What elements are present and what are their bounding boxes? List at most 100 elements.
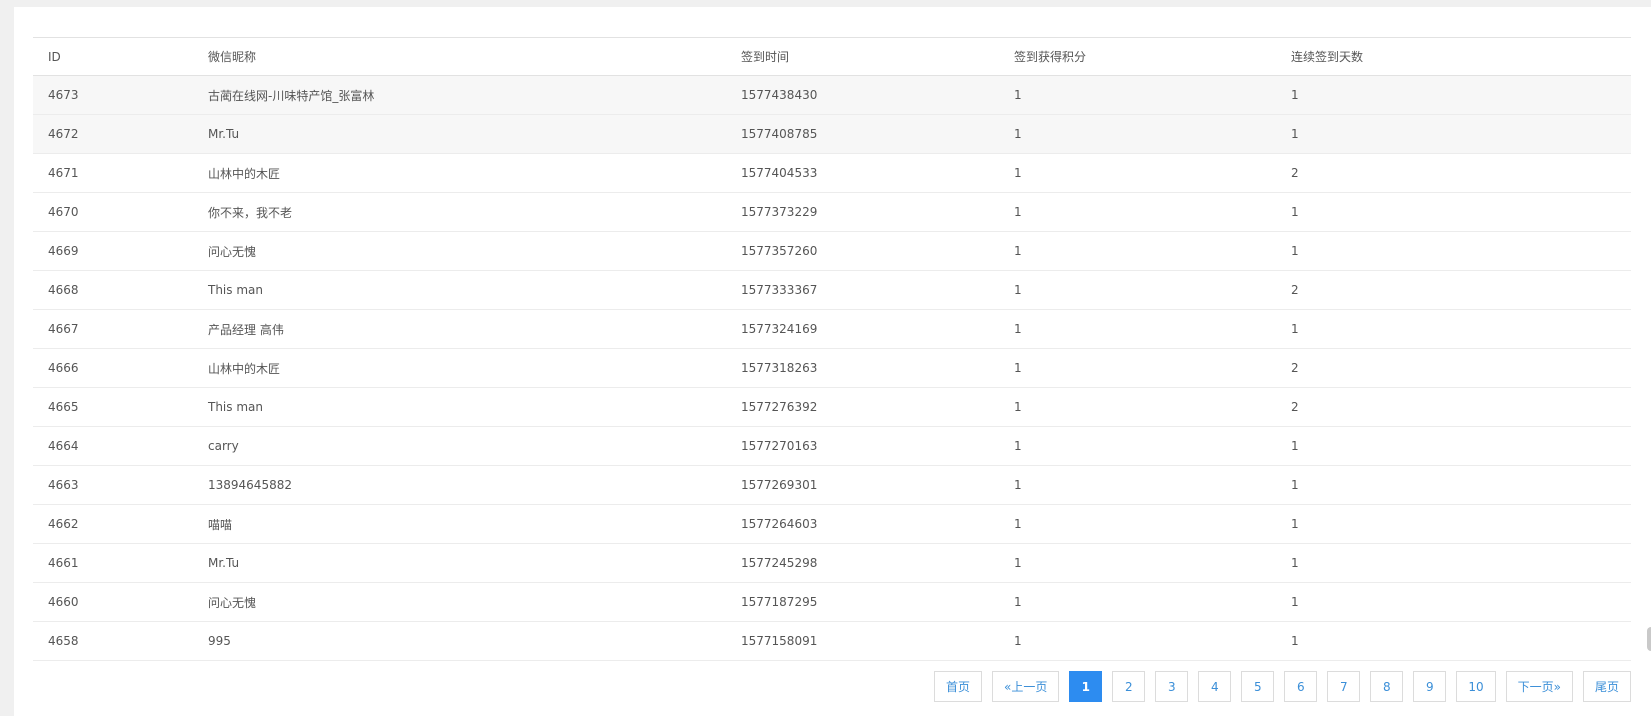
cell-id: 4664 (33, 426, 193, 466)
table-row: 4662 喵喵 1577264603 1 1 (33, 504, 1631, 544)
cell-id: 4672 (33, 114, 193, 154)
page-button-7[interactable]: 7 (1327, 671, 1361, 702)
first-page-button[interactable]: 首页 (934, 671, 983, 702)
table-row: 4668 This man 1577333367 1 2 (33, 270, 1631, 310)
table-header-row: ID 微信昵称 签到时间 签到获得积分 连续签到天数 (33, 37, 1631, 76)
cell-id: 4662 (33, 504, 193, 544)
table-row: 4658 995 1577158091 1 1 (33, 621, 1631, 661)
table-row: 4672 Mr.Tu 1577408785 1 1 (33, 114, 1631, 154)
page-button-3[interactable]: 3 (1155, 671, 1189, 702)
cell-checkin-time: 1577404533 (726, 153, 999, 193)
cell-id: 4673 (33, 75, 193, 115)
cell-id: 4661 (33, 543, 193, 583)
cell-streak-days: 1 (1276, 504, 1631, 544)
cell-streak-days: 1 (1276, 465, 1631, 505)
cell-nickname: 995 (193, 621, 726, 661)
page-button-1[interactable]: 1 (1069, 671, 1103, 702)
cell-points: 1 (999, 75, 1276, 115)
cell-checkin-time: 1577245298 (726, 543, 999, 583)
next-page-button[interactable]: 下一页» (1505, 671, 1573, 702)
cell-checkin-time: 1577158091 (726, 621, 999, 661)
cell-points: 1 (999, 348, 1276, 388)
page-button-10[interactable]: 10 (1456, 671, 1496, 702)
cell-nickname: 问心无愧 (193, 582, 726, 622)
cell-streak-days: 1 (1276, 543, 1631, 583)
cell-nickname: Mr.Tu (193, 114, 726, 154)
cell-streak-days: 2 (1276, 387, 1631, 427)
table-row: 4667 产品经理 高伟 1577324169 1 1 (33, 309, 1631, 349)
cell-streak-days: 1 (1276, 582, 1631, 622)
page-button-8[interactable]: 8 (1370, 671, 1404, 702)
column-header-points: 签到获得积分 (999, 37, 1276, 76)
cell-streak-days: 1 (1276, 621, 1631, 661)
cell-checkin-time: 1577270163 (726, 426, 999, 466)
table-row: 4666 山林中的木匠 1577318263 1 2 (33, 348, 1631, 388)
page-button-4[interactable]: 4 (1198, 671, 1232, 702)
cell-streak-days: 1 (1276, 231, 1631, 271)
prev-page-button[interactable]: «上一页 (992, 671, 1060, 702)
page-button-5[interactable]: 5 (1241, 671, 1275, 702)
cell-nickname: 古蔺在线网-川味特产馆_张富林 (193, 75, 726, 115)
cell-nickname: 山林中的木匠 (193, 348, 726, 388)
cell-points: 1 (999, 465, 1276, 505)
column-header-id: ID (33, 37, 193, 76)
scrollbar-thumb[interactable] (1647, 627, 1651, 651)
cell-points: 1 (999, 621, 1276, 661)
cell-id: 4670 (33, 192, 193, 232)
table-row: 4663 13894645882 1577269301 1 1 (33, 465, 1631, 505)
table-row: 4660 问心无愧 1577187295 1 1 (33, 582, 1631, 622)
table-row: 4673 古蔺在线网-川味特产馆_张富林 1577438430 1 1 (33, 75, 1631, 115)
checkin-table: ID 微信昵称 签到时间 签到获得积分 连续签到天数 4673 古蔺在线网-川味特… (33, 37, 1631, 661)
cell-streak-days: 2 (1276, 348, 1631, 388)
cell-nickname: 13894645882 (193, 465, 726, 505)
cell-streak-days: 1 (1276, 192, 1631, 232)
cell-points: 1 (999, 309, 1276, 349)
cell-checkin-time: 1577318263 (726, 348, 999, 388)
cell-streak-days: 2 (1276, 270, 1631, 310)
page-button-6[interactable]: 6 (1284, 671, 1318, 702)
cell-points: 1 (999, 504, 1276, 544)
cell-nickname: This man (193, 270, 726, 310)
cell-nickname: 山林中的木匠 (193, 153, 726, 193)
table-row: 4661 Mr.Tu 1577245298 1 1 (33, 543, 1631, 583)
cell-id: 4663 (33, 465, 193, 505)
cell-checkin-time: 1577373229 (726, 192, 999, 232)
cell-nickname: This man (193, 387, 726, 427)
cell-checkin-time: 1577333367 (726, 270, 999, 310)
cell-streak-days: 2 (1276, 153, 1631, 193)
cell-streak-days: 1 (1276, 426, 1631, 466)
cell-id: 4660 (33, 582, 193, 622)
table-row: 4671 山林中的木匠 1577404533 1 2 (33, 153, 1631, 193)
cell-checkin-time: 1577357260 (726, 231, 999, 271)
page-button-9[interactable]: 9 (1413, 671, 1447, 702)
cell-checkin-time: 1577324169 (726, 309, 999, 349)
cell-points: 1 (999, 270, 1276, 310)
column-header-checkin-time: 签到时间 (726, 37, 999, 76)
cell-id: 4667 (33, 309, 193, 349)
content-panel: ID 微信昵称 签到时间 签到获得积分 连续签到天数 4673 古蔺在线网-川味特… (14, 7, 1651, 716)
cell-id: 4671 (33, 153, 193, 193)
cell-streak-days: 1 (1276, 75, 1631, 115)
cell-checkin-time: 1577276392 (726, 387, 999, 427)
cell-id: 4668 (33, 270, 193, 310)
cell-points: 1 (999, 582, 1276, 622)
cell-checkin-time: 1577408785 (726, 114, 999, 154)
cell-points: 1 (999, 543, 1276, 583)
cell-nickname: 产品经理 高伟 (193, 309, 726, 349)
cell-points: 1 (999, 387, 1276, 427)
last-page-button[interactable]: 尾页 (1582, 671, 1631, 702)
table-row: 4670 你不来，我不老 1577373229 1 1 (33, 192, 1631, 232)
cell-checkin-time: 1577264603 (726, 504, 999, 544)
cell-checkin-time: 1577269301 (726, 465, 999, 505)
pagination: 首页 «上一页 1 2 3 4 5 6 7 8 9 10 下一页» 尾页 (934, 671, 1631, 702)
cell-id: 4665 (33, 387, 193, 427)
table-row: 4669 问心无愧 1577357260 1 1 (33, 231, 1631, 271)
page-button-2[interactable]: 2 (1112, 671, 1146, 702)
cell-nickname: 你不来，我不老 (193, 192, 726, 232)
column-header-streak-days: 连续签到天数 (1276, 37, 1631, 76)
cell-points: 1 (999, 192, 1276, 232)
cell-nickname: Mr.Tu (193, 543, 726, 583)
cell-id: 4666 (33, 348, 193, 388)
cell-nickname: 问心无愧 (193, 231, 726, 271)
cell-points: 1 (999, 231, 1276, 271)
